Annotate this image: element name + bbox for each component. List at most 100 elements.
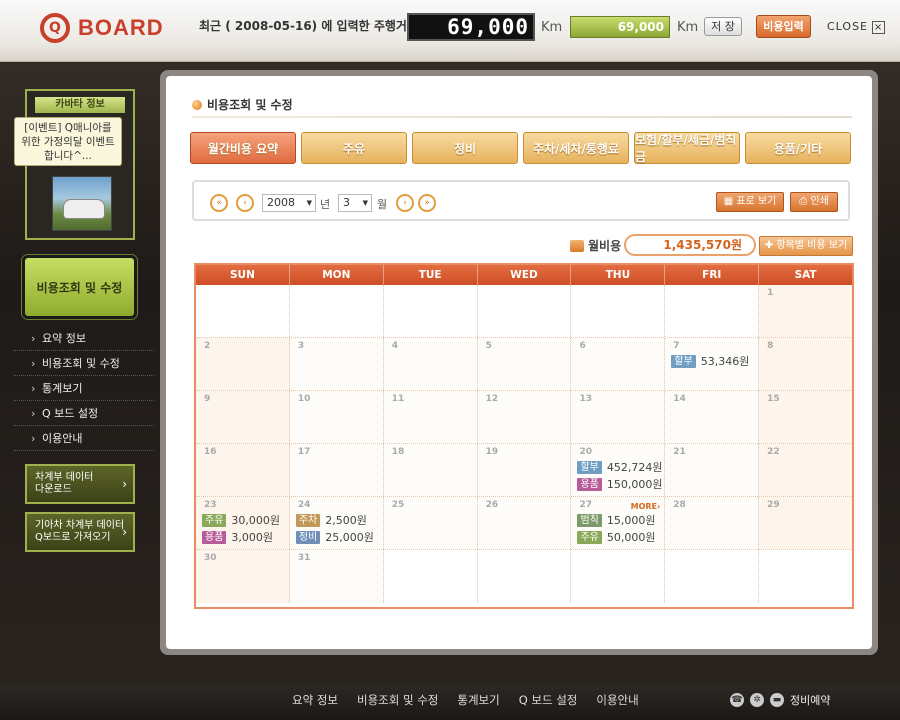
month-select[interactable]: 3 xyxy=(338,194,372,212)
calendar-day[interactable]: 22 xyxy=(759,444,853,496)
sidebar-item-stats[interactable]: 통계보기 xyxy=(14,376,154,401)
calendar-day[interactable]: 7 할부 53,346원 xyxy=(665,338,760,390)
cost-entry[interactable]: 주유 30,000원 xyxy=(202,513,280,527)
download-data-button[interactable]: 차계부 데이터 다운로드 xyxy=(25,464,135,504)
tab-monthly-summary[interactable]: 월간비용 요약 xyxy=(190,132,296,164)
category-badge: 용품 xyxy=(577,477,602,491)
car-icon[interactable]: ▬ xyxy=(770,693,784,707)
calendar-day[interactable]: 1 xyxy=(759,285,853,337)
mileage-input[interactable]: 69,000 xyxy=(570,16,670,38)
calendar-day[interactable]: 4 xyxy=(383,338,478,390)
sidebar-item-help[interactable]: 이용안내 xyxy=(14,426,154,451)
bottom-nav-cost-edit[interactable]: 비용조회 및 수정 xyxy=(357,692,438,708)
calendar-day[interactable]: 16 xyxy=(196,444,290,496)
calendar-day[interactable]: 12 xyxy=(477,391,572,443)
reserve-label[interactable]: 정비예약 xyxy=(790,692,830,708)
import-data-button[interactable]: 기아차 차계부 데이터 Q보드로 가져오기 xyxy=(25,512,135,552)
calendar-day[interactable]: 30 xyxy=(196,550,290,603)
by-item-cost-button[interactable]: ✚ 항목별 비용 보기 xyxy=(759,236,853,256)
calendar-day[interactable]: 10 xyxy=(289,391,384,443)
cost-input-button[interactable]: 비용입력 xyxy=(756,15,811,38)
calendar-day[interactable]: 31 xyxy=(289,550,384,603)
calendar-day[interactable]: 23 주유 30,000원 용품 3,000원 xyxy=(196,497,290,549)
cost-entry[interactable]: 주유 50,000원 xyxy=(577,530,655,544)
calendar-body: 1 2 3 4 5 6 7 할부 53,346원 8 9 10 11 12 13 14 15 16 17 18 19 20… xyxy=(196,285,853,603)
more-link[interactable]: MORE› xyxy=(631,502,661,511)
prev-month-icon[interactable]: ‹ xyxy=(236,194,254,212)
day-number: 14 xyxy=(673,394,686,404)
cost-entry[interactable]: 할부 452,724원 xyxy=(577,460,662,474)
q-board-logo[interactable]: Q BOARD xyxy=(40,12,164,44)
prev-year-icon[interactable]: « xyxy=(210,194,228,212)
close-button[interactable]: CLOSE × xyxy=(827,20,886,34)
calendar-day[interactable]: 14 xyxy=(665,391,760,443)
month-unit: 월 xyxy=(377,198,388,211)
cost-entry[interactable]: 정비 25,000원 xyxy=(295,530,374,544)
category-badge: 정비 xyxy=(295,530,321,544)
year-select[interactable]: 2008 xyxy=(262,194,316,212)
calendar-day[interactable]: 2 xyxy=(196,338,290,390)
tab-insurance[interactable]: 보험/할부/세금/범칙금 xyxy=(634,132,740,164)
content-frame: 비용조회 및 수정 월간비용 요약 주유 정비 주차/세차/통행료 보험/할부/… xyxy=(160,70,878,655)
print-button[interactable]: ⎙ 인쇄 xyxy=(790,192,838,212)
calendar-day[interactable]: 26 xyxy=(477,497,572,549)
calendar-day[interactable]: 20 할부 452,724원 용품 150,000원 xyxy=(571,444,666,496)
month-cost-label: 월비용 xyxy=(570,237,621,254)
cost-amount: 50,000원 xyxy=(606,531,656,544)
day-number: 15 xyxy=(767,394,780,404)
calendar-day[interactable]: 24 주차 2,500원 정비 25,000원 xyxy=(289,497,384,549)
calendar-day xyxy=(759,550,853,603)
calendar-day[interactable]: 21 xyxy=(665,444,760,496)
download-line-1: 차계부 데이터 xyxy=(35,472,94,483)
calendar-day[interactable]: 15 xyxy=(759,391,853,443)
calendar-day[interactable]: 29 xyxy=(759,497,853,549)
calendar-day[interactable]: 18 xyxy=(383,444,478,496)
calendar-day[interactable]: 19 xyxy=(477,444,572,496)
bottom-nav-summary[interactable]: 요약 정보 xyxy=(292,692,338,708)
tab-fuel[interactable]: 주유 xyxy=(301,132,407,164)
sidebar-active-menu[interactable]: 비용조회 및 수정 xyxy=(22,255,137,319)
calendar-day[interactable]: 17 xyxy=(289,444,384,496)
phone-icon[interactable]: ☎ xyxy=(730,693,744,707)
calendar-day[interactable]: 5 xyxy=(477,338,572,390)
cost-entry[interactable]: 용품 3,000원 xyxy=(202,530,273,544)
cost-entry[interactable]: 할부 53,346원 xyxy=(671,354,749,368)
calendar-day[interactable]: 25 xyxy=(383,497,478,549)
cost-entry[interactable]: 주차 2,500원 xyxy=(295,513,367,527)
day-number: 29 xyxy=(767,500,780,510)
cost-entry[interactable]: 범칙 15,000원 xyxy=(577,513,655,527)
plus-icon: ✚ xyxy=(764,240,777,251)
calendar: SUN MON TUE WED THU FRI SAT 1 2 3 4 5 6 7 할부 53,346원 8 9… xyxy=(194,263,854,609)
table-view-button[interactable]: ▦ 표로 보기 xyxy=(716,192,784,212)
calendar-day[interactable]: 13 xyxy=(571,391,666,443)
tab-parking[interactable]: 주차/세차/통행료 xyxy=(523,132,629,164)
calendar-day[interactable]: 27 MORE› 범칙 15,000원 주유 50,000원 xyxy=(571,497,666,549)
calendar-day[interactable]: 9 xyxy=(196,391,290,443)
tab-supplies[interactable]: 용품/기타 xyxy=(745,132,851,164)
logo-icon: Q xyxy=(40,13,70,43)
cost-entry[interactable]: 용품 150,000원 xyxy=(577,477,662,491)
bottom-nav-help[interactable]: 이용안내 xyxy=(596,692,638,708)
gear-icon[interactable]: ✲ xyxy=(750,693,764,707)
next-month-icon[interactable]: › xyxy=(396,194,414,212)
next-year-icon[interactable]: » xyxy=(418,194,436,212)
calendar-day[interactable]: 28 xyxy=(665,497,760,549)
category-badge: 용품 xyxy=(202,530,227,544)
sidebar-item-cost-edit[interactable]: 비용조회 및 수정 xyxy=(14,351,154,376)
tab-maintenance[interactable]: 정비 xyxy=(412,132,518,164)
calendar-day[interactable]: 3 xyxy=(289,338,384,390)
day-number: 30 xyxy=(204,553,217,563)
event-tooltip[interactable]: [이벤트] Q매니아를 위한 가정의달 이벤트합니다^... xyxy=(14,117,122,166)
calendar-day[interactable]: 8 xyxy=(759,338,853,390)
calendar-day[interactable]: 6 xyxy=(571,338,666,390)
car-info-title: 카바타 정보 xyxy=(35,97,125,113)
bottom-nav-stats[interactable]: 통계보기 xyxy=(457,692,499,708)
bottom-nav-settings[interactable]: Q 보드 설정 xyxy=(519,692,578,708)
save-button[interactable]: 저 장 xyxy=(704,17,742,36)
sidebar-item-summary[interactable]: 요약 정보 xyxy=(14,326,154,351)
sidebar-item-settings[interactable]: Q 보드 설정 xyxy=(14,401,154,426)
import-line-2: Q보드로 가져오기 xyxy=(35,532,111,543)
car-avatar-image[interactable] xyxy=(52,176,112,231)
calendar-week: 30 31 xyxy=(196,550,853,603)
calendar-day[interactable]: 11 xyxy=(383,391,478,443)
